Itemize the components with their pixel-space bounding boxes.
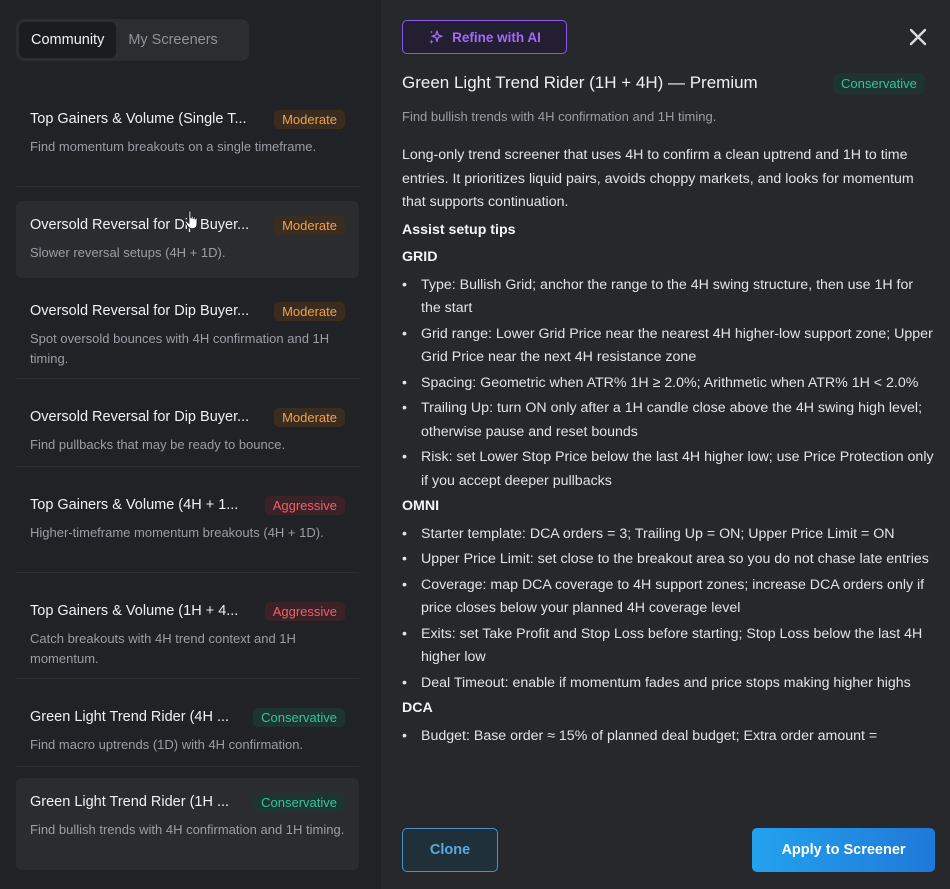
tip-bullet: • Deal Timeout: enable if momentum fades … — [402, 674, 911, 691]
refine-with-ai-label: Refine with AI — [452, 29, 541, 45]
tip-bullet: • Grid range: Lower Grid Price near the n… — [402, 325, 933, 366]
list-item-desc: Slower reversal setups (4H + 1D). — [30, 245, 226, 260]
list-item-desc: Higher-timeframe momentum breakouts (4H … — [30, 525, 324, 540]
tip-bullet: • Risk: set Lower Stop Price below the la… — [402, 449, 934, 489]
tip-bullet: • Upper Price Limit: set close to the bre… — [402, 551, 929, 567]
list-item[interactable]: Top Gainers & Volume (Single T... Modera… — [16, 95, 359, 187]
risk-badge: Aggressive — [264, 495, 345, 515]
apply-to-screener-button[interactable]: Apply to Screener — [752, 828, 935, 872]
list-item-title: Top Gainers & Volume (Single T... — [30, 111, 247, 127]
list-item-title: Green Light Trend Rider (4H ... — [30, 709, 230, 725]
list-item-desc: Find bullish trends with 4H confirmation… — [30, 822, 345, 837]
list-item[interactable]: Green Light Trend Rider (4H ... Conserva… — [16, 693, 359, 767]
description-intro: Long-only trend screener that uses 4H to… — [402, 147, 914, 210]
dca-heading: DCA — [402, 700, 433, 716]
refine-with-ai-button[interactable]: Refine with AI — [402, 20, 567, 54]
tip-bullet: • Trailing Up: turn ON only after a 1H ca… — [402, 400, 923, 440]
omni-heading: OMNI — [402, 498, 440, 514]
list-item-selected[interactable]: Green Light Trend Rider (1H ... Conserva… — [16, 778, 359, 870]
risk-badge: Aggressive — [264, 601, 345, 621]
list-item-title: Top Gainers & Volume (1H + 4... — [30, 603, 239, 619]
tip-bullet: • Exits: set Take Profit and Stop Loss be… — [402, 625, 923, 666]
close-icon[interactable] — [907, 26, 929, 48]
list-item-desc: Find macro uptrends (1D) with 4H confirm… — [30, 737, 304, 752]
hand-cursor-icon — [184, 210, 198, 229]
list-item-title: Top Gainers & Volume (4H + 1... — [30, 497, 239, 513]
risk-badge: Moderate — [274, 109, 345, 129]
tip-bullet: • Type: Bullish Grid; anchor the range to… — [402, 276, 914, 317]
tip-bullet: • Budget: Base order ≈ 15% of planned dea… — [402, 727, 878, 744]
tips-heading: Assist setup tips — [402, 221, 516, 238]
screener-subtitle: Find bullish trends with 4H confirmation… — [402, 109, 717, 124]
screener-tabs: Community My Screeners — [16, 19, 249, 61]
list-item[interactable]: Top Gainers & Volume (4H + 1... Aggressi… — [16, 481, 359, 573]
screener-list-panel: Community My Screeners Top Gainers & Vol… — [0, 0, 381, 889]
risk-badge: Moderate — [274, 301, 345, 321]
risk-badge: Conservative — [253, 707, 345, 727]
scroll-fade — [402, 781, 936, 807]
tip-bullet: • Starter template: DCA orders = 3; Trail… — [402, 525, 895, 542]
list-item-title: Green Light Trend Rider (1H ... — [30, 794, 230, 810]
risk-badge: Conservative — [833, 73, 925, 94]
tip-bullet: • Spacing: Geometric when ATR% 1H ≥ 2.0%;… — [402, 374, 919, 391]
list-item[interactable]: Oversold Reversal for Dip Buyer... Moder… — [16, 287, 359, 379]
tab-my-screeners[interactable]: My Screeners — [116, 22, 229, 58]
risk-badge: Moderate — [274, 215, 345, 235]
clone-button[interactable]: Clone — [402, 828, 498, 872]
tab-community[interactable]: Community — [19, 22, 117, 58]
risk-badge: Moderate — [274, 407, 345, 427]
grid-heading: GRID — [402, 249, 438, 265]
list-item-desc: Spot oversold bounces with 4H confirmati… — [30, 331, 330, 366]
list-item-desc: Find pullbacks that may be ready to boun… — [30, 437, 286, 452]
list-item-title: Oversold Reversal for Dip Buyer... — [30, 217, 250, 233]
list-item[interactable]: Top Gainers & Volume (1H + 4... Aggressi… — [16, 587, 359, 679]
list-item[interactable]: Oversold Reversal for Dip Buyer... Moder… — [16, 393, 359, 467]
list-item-title: Oversold Reversal for Dip Buyer... — [30, 303, 250, 319]
screener-description: Long-only trend screener that uses 4H to… — [402, 144, 936, 807]
list-item-title: Oversold Reversal for Dip Buyer... — [30, 409, 250, 425]
list-item-desc: Catch breakouts with 4H trend context an… — [30, 631, 296, 666]
list-item-desc: Find momentum breakouts on a single time… — [30, 139, 317, 154]
sparkle-icon — [429, 30, 443, 44]
tip-bullet: • Coverage: map DCA coverage to 4H suppor… — [402, 576, 925, 617]
screener-detail-panel: Refine with AI Green Light Trend Rider (… — [381, 0, 950, 889]
screener-title: Green Light Trend Rider (1H + 4H) — Prem… — [402, 73, 758, 92]
risk-badge: Conservative — [253, 792, 345, 812]
